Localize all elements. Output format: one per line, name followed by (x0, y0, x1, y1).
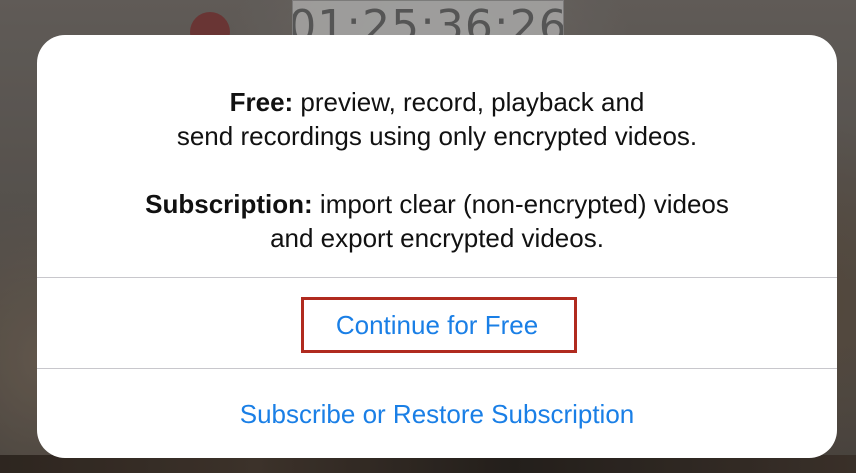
free-text: preview, record, playback and (293, 87, 645, 117)
subscription-text-line2: and export encrypted videos. (270, 223, 604, 253)
subscription-label: Subscription: (145, 189, 313, 219)
alert-message: Free: preview, record, playback and send… (37, 85, 837, 255)
subscription-alert-dialog: Free: preview, record, playback and send… (37, 35, 837, 458)
subscribe-or-restore-label: Subscribe or Restore Subscription (239, 398, 635, 429)
free-description: Free: preview, record, playback and send… (37, 85, 837, 153)
subscription-text: import clear (non-encrypted) videos (312, 189, 729, 219)
divider-top (37, 277, 837, 278)
continue-for-free-button[interactable]: Continue for Free (37, 280, 837, 370)
continue-for-free-label: Continue for Free (335, 309, 539, 340)
free-text-line2: send recordings using only encrypted vid… (176, 121, 698, 151)
subscription-description: Subscription: import clear (non-encrypte… (37, 187, 837, 255)
free-label: Free: (229, 87, 294, 117)
subscribe-or-restore-button[interactable]: Subscribe or Restore Subscription (37, 369, 837, 458)
app-screen: 01:25:36:26 Free: preview, record, playb… (0, 0, 856, 473)
